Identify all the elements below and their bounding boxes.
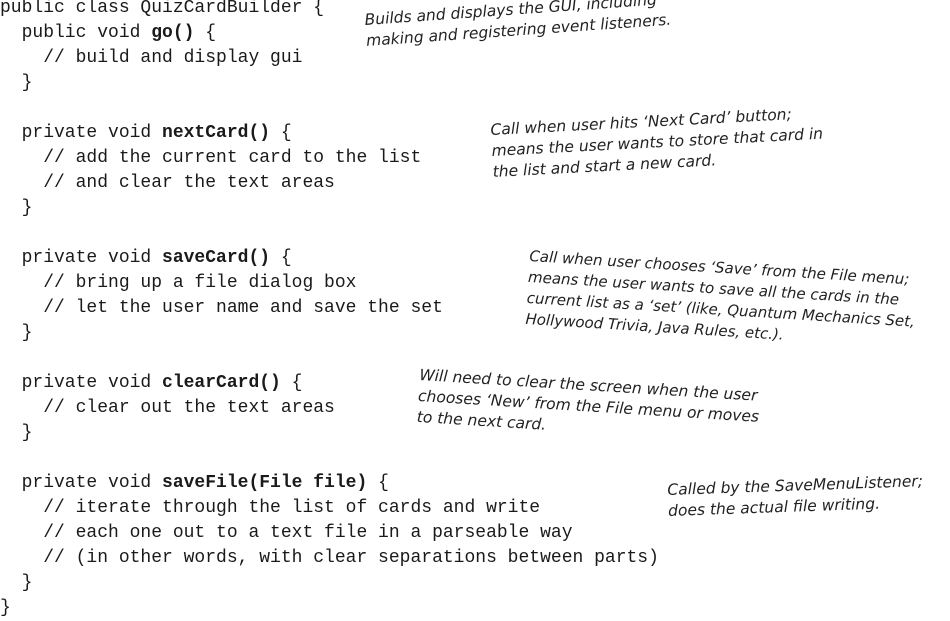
code-text: { [270,123,292,143]
code-line: // each one out to a text file in a pars… [0,521,573,546]
code-text: } [0,423,33,443]
code-line: // bring up a file dialog box [0,271,356,296]
method-signature: saveFile(File file) [162,473,368,493]
annotation-save-file: Called by the SaveMenuListener; does the… [667,471,924,522]
code-text: // bring up a file dialog box [0,273,357,293]
code-text: // let the user name and save the set [0,298,443,318]
code-text: { [194,23,217,43]
code-text: // add the current card to the list [0,148,422,168]
code-text: // and clear the text areas [0,173,335,193]
method-signature: go() [151,23,195,43]
code-line: // and clear the text areas [0,171,335,196]
code-text: // clear out the text areas [0,398,335,418]
code-text: private void [0,473,163,493]
code-line: // build and display gui [0,46,302,71]
code-text: // each one out to a text file in a pars… [0,523,573,543]
code-text: { [367,473,389,493]
code-line: private void saveCard() { [0,246,292,271]
code-line: } [0,571,33,596]
code-text: private void [0,373,163,393]
code-text: // build and display gui [0,48,303,68]
code-text: } [0,573,33,593]
code-line: // clear out the text areas [0,396,335,421]
code-line: } [0,196,33,221]
method-signature: saveCard() [162,248,271,268]
code-line: public class QuizCardBuilder { [0,0,324,21]
code-text: private void [0,123,163,143]
code-text: } [0,323,33,343]
code-line: // iterate through the list of cards and… [0,496,540,521]
code-line: // (in other words, with clear separatio… [0,546,659,571]
code-line: } [0,596,11,621]
method-signature: nextCard() [162,123,271,143]
code-text: private void [0,248,163,268]
code-text: } [0,73,33,93]
code-text: public class QuizCardBuilder { [0,0,325,18]
code-line: } [0,421,33,446]
code-line: private void saveFile(File file) { [0,471,389,496]
code-text: { [280,373,303,393]
method-signature: clearCard() [162,373,281,393]
code-text: { [270,248,292,268]
code-line: // add the current card to the list [0,146,421,171]
code-text: } [0,598,11,618]
code-text: public void [0,23,152,43]
code-line: // let the user name and save the set [0,296,443,321]
code-line: public void go() { [0,21,216,46]
code-text: // (in other words, with clear separatio… [0,548,659,568]
code-text: // iterate through the list of cards and… [0,498,541,518]
code-line: private void clearCard() { [0,371,303,396]
code-line: } [0,321,33,346]
code-line: private void nextCard() { [0,121,292,146]
code-line: } [0,71,33,96]
code-text: } [0,198,33,218]
